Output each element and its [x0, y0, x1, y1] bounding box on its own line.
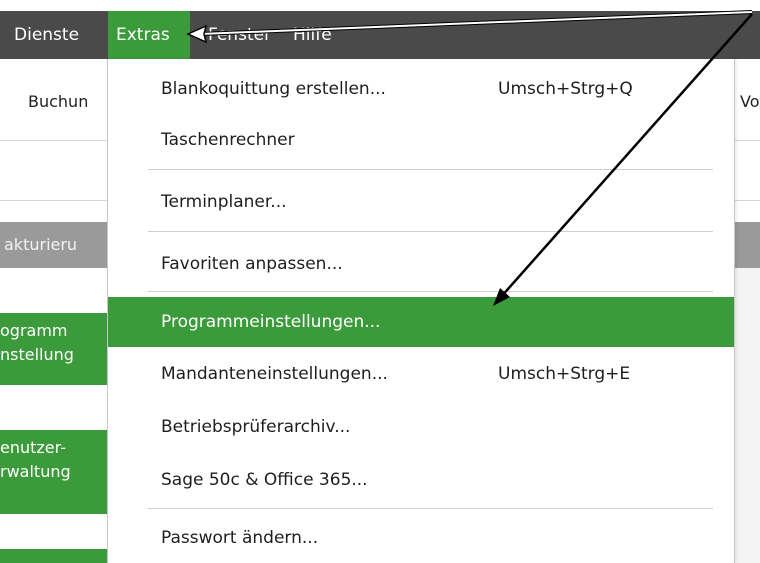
arrow-to-extras [199, 11, 753, 35]
arrow-to-extras-head [186, 24, 208, 44]
annotation-arrows [186, 10, 753, 306]
arrow-to-programmeinstellungen [499, 13, 753, 299]
